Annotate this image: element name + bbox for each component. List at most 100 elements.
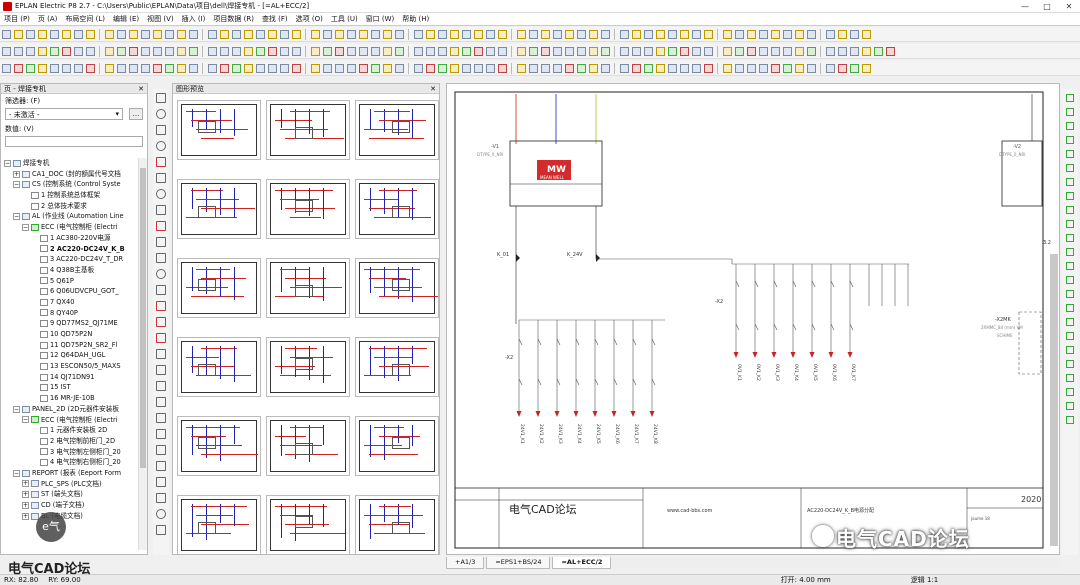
menu-edit[interactable]: 编辑 (E) [109,14,143,24]
tree-node[interactable]: 2 AC220-DC24V_K_B [4,244,136,255]
toolbar-button-icon[interactable] [450,47,459,56]
toolbar-button-icon[interactable] [311,30,320,39]
tree-node[interactable]: 1 控制系统总体框架 [4,190,136,201]
connection-tool-icon[interactable] [1066,276,1074,284]
toolbar-button-icon[interactable] [335,47,344,56]
connection-tool-icon[interactable] [1066,318,1074,326]
toolbar-button-icon[interactable] [26,64,35,73]
toolbar-button-icon[interactable] [395,47,404,56]
toolbar-button-icon[interactable] [280,47,289,56]
toolbar-button-icon[interactable] [644,30,653,39]
toolbar-button-icon[interactable] [165,64,174,73]
toolbar-button-icon[interactable] [50,30,59,39]
toolbar-button-icon[interactable] [86,47,95,56]
toolbar-button-icon[interactable] [438,30,447,39]
maximize-button[interactable]: □ [1036,2,1058,11]
toolbar-button-icon[interactable] [153,30,162,39]
toolbar-button-icon[interactable] [826,30,835,39]
expand-icon[interactable]: + [22,480,29,488]
toolbar-button-icon[interactable] [589,30,598,39]
page-thumbnail[interactable] [266,258,350,318]
toolbar-button-icon[interactable] [165,47,174,56]
tree-node[interactable]: + CA1_DOC (封的额属代号文档 [4,169,136,180]
toolbar-button-icon[interactable] [244,30,253,39]
tree-node[interactable]: + ST (端头文档) [4,489,136,500]
toolbar-button-icon[interactable] [771,47,780,56]
toolbar-button-icon[interactable] [141,64,150,73]
toolbar-button-icon[interactable] [692,47,701,56]
menu-view[interactable]: 视图 (V) [143,14,177,24]
toolbar-button-icon[interactable] [129,64,138,73]
toolbar-button-icon[interactable] [450,30,459,39]
drawing-tool-icon[interactable] [156,365,166,375]
toolbar-button-icon[interactable] [38,47,47,56]
toolbar-button-icon[interactable] [771,30,780,39]
toolbar-button-icon[interactable] [62,30,71,39]
tree-node[interactable]: 1 AC380-220V电源 [4,233,136,244]
collapse-icon[interactable]: − [13,405,20,413]
scrollbar-thumb[interactable] [140,168,146,468]
toolbar-button-icon[interactable] [232,47,241,56]
toolbar-button-icon[interactable] [795,30,804,39]
toolbar-button-icon[interactable] [38,30,47,39]
tree-node[interactable]: 12 Q64DAH_UGL [4,350,136,361]
toolbar-button-icon[interactable] [462,64,471,73]
toolbar-button-icon[interactable] [208,47,217,56]
toolbar-button-icon[interactable] [462,30,471,39]
collapse-icon[interactable]: − [22,416,29,424]
connection-tool-icon[interactable] [1066,346,1074,354]
toolbar-button-icon[interactable] [383,47,392,56]
close-button[interactable]: ✕ [1058,2,1080,11]
toolbar-button-icon[interactable] [565,30,574,39]
drawing-tool-icon[interactable] [156,253,166,263]
toolbar-button-icon[interactable] [553,64,562,73]
toolbar-button-icon[interactable] [723,64,732,73]
menu-window[interactable]: 窗口 (W) [362,14,399,24]
tree-node[interactable]: 5 Q61P [4,276,136,287]
toolbar-button-icon[interactable] [850,64,859,73]
toolbar-button-icon[interactable] [632,47,641,56]
expand-icon[interactable]: + [13,170,20,178]
toolbar-button-icon[interactable] [565,47,574,56]
toolbar-button-icon[interactable] [704,30,713,39]
collapse-icon[interactable]: − [13,469,20,477]
drawing-tool-icon[interactable] [156,509,166,519]
drawing-tool-icon[interactable] [156,109,166,119]
collapse-icon[interactable]: − [13,181,20,189]
filter-more-button[interactable]: ... [129,108,143,120]
toolbar-button-icon[interactable] [517,47,526,56]
menu-find[interactable]: 查找 (F) [258,14,292,24]
toolbar-button-icon[interactable] [517,30,526,39]
toolbar-button-icon[interactable] [553,47,562,56]
toolbar-button-icon[interactable] [50,47,59,56]
toolbar-button-icon[interactable] [826,47,835,56]
tree-node[interactable]: − 焊接专机 [4,158,136,169]
drawing-tool-icon[interactable] [156,173,166,183]
page-thumbnail[interactable] [177,495,261,555]
toolbar-button-icon[interactable] [668,64,677,73]
toolbar-button-icon[interactable] [371,30,380,39]
drawing-tool-icon[interactable] [156,125,166,135]
toolbar-button-icon[interactable] [129,47,138,56]
toolbar-button-icon[interactable] [189,47,198,56]
toolbar-button-icon[interactable] [426,47,435,56]
toolbar-button-icon[interactable] [359,64,368,73]
toolbar-button-icon[interactable] [529,64,538,73]
tree-node[interactable]: − PANEL_2D (2D元器件安装板 [4,404,136,415]
menu-insert[interactable]: 插入 (I) [178,14,210,24]
tree-node[interactable]: 14 QJ71DN91 [4,372,136,383]
connection-tool-icon[interactable] [1066,164,1074,172]
toolbar-button-icon[interactable] [335,64,344,73]
toolbar-button-icon[interactable] [838,64,847,73]
toolbar-button-icon[interactable] [232,30,241,39]
toolbar-button-icon[interactable] [807,30,816,39]
toolbar-button-icon[interactable] [347,64,356,73]
toolbar-button-icon[interactable] [529,30,538,39]
toolbar-button-icon[interactable] [620,30,629,39]
toolbar-button-icon[interactable] [541,47,550,56]
toolbar-button-icon[interactable] [244,47,253,56]
toolbar-button-icon[interactable] [117,30,126,39]
page-thumbnail[interactable] [177,258,261,318]
toolbar-button-icon[interactable] [747,47,756,56]
toolbar-button-icon[interactable] [86,30,95,39]
